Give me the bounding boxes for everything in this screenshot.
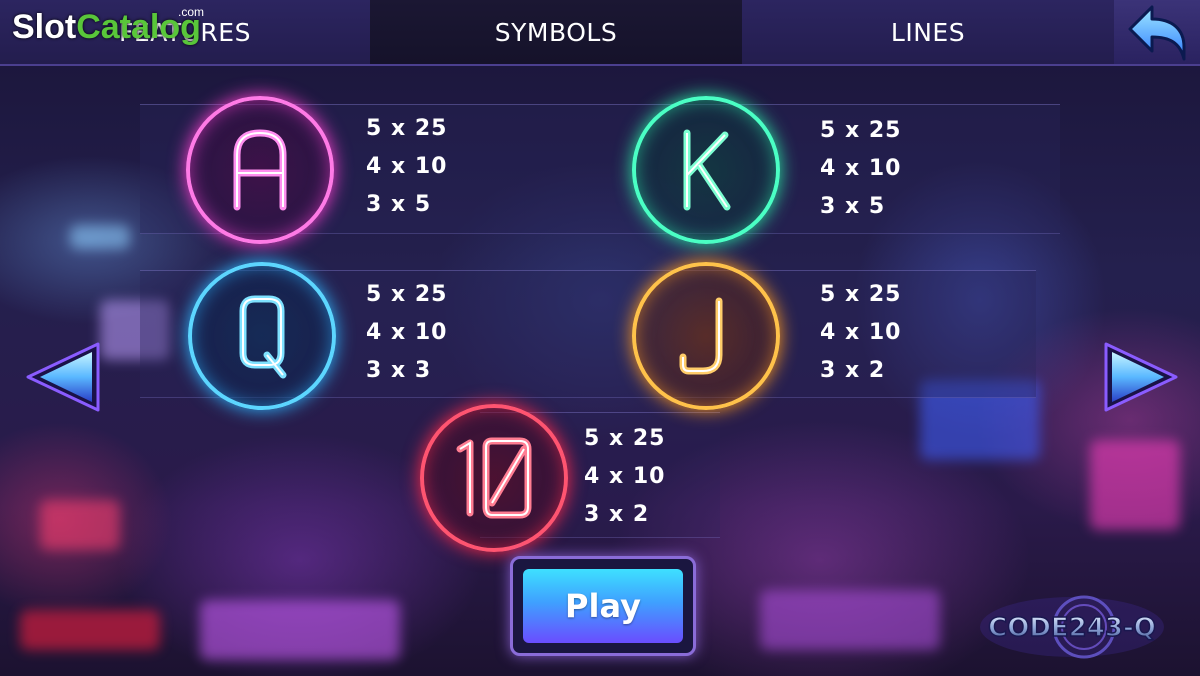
pay-line: 3 x 3 xyxy=(366,358,432,383)
pay-line: 4 x 10 xyxy=(820,320,902,345)
pay-line: 5 x 25 xyxy=(366,282,448,307)
tab-symbols[interactable]: SYMBOLS xyxy=(370,0,742,64)
background-light xyxy=(760,590,940,650)
symbol-a-icon xyxy=(186,96,334,244)
game-logo: CODE243-Q xyxy=(974,592,1170,662)
background-light xyxy=(1090,440,1180,530)
right-arrow-icon xyxy=(1104,342,1178,412)
pay-line: 4 x 10 xyxy=(820,156,902,181)
symbol-10-icon xyxy=(420,404,568,552)
back-button[interactable] xyxy=(1114,0,1200,64)
pay-line: 3 x 5 xyxy=(820,194,886,219)
paytable-q: 5 x 25 4 x 10 3 x 3 xyxy=(366,276,447,390)
pay-line: 5 x 25 xyxy=(820,282,902,307)
tab-lines[interactable]: LINES xyxy=(742,0,1114,64)
pay-line: 4 x 10 xyxy=(366,320,448,345)
background-light xyxy=(20,610,160,650)
play-button[interactable]: Play xyxy=(510,556,696,656)
background-light xyxy=(70,225,130,249)
paytable-a: 5 x 25 4 x 10 3 x 5 xyxy=(366,110,447,224)
symbol-k-icon xyxy=(632,96,780,244)
symbol-j-icon xyxy=(632,262,780,410)
slotcatalog-watermark: SlotCatalog .com xyxy=(12,5,205,46)
pay-line: 4 x 10 xyxy=(584,464,666,489)
header-divider xyxy=(0,64,1200,66)
pay-line: 3 x 2 xyxy=(584,502,650,527)
logo-text: CODE243-Q xyxy=(988,613,1156,643)
back-arrow-icon xyxy=(1128,5,1186,61)
pay-line: 4 x 10 xyxy=(366,154,448,179)
pay-line: 3 x 2 xyxy=(820,358,886,383)
background-light xyxy=(40,500,120,550)
paytable-j: 5 x 25 4 x 10 3 x 2 xyxy=(820,276,901,390)
background-light xyxy=(200,600,400,660)
pay-line: 5 x 25 xyxy=(820,118,902,143)
play-button-label: Play xyxy=(523,569,683,643)
pay-line: 5 x 25 xyxy=(366,116,448,141)
pay-line: 3 x 5 xyxy=(366,192,432,217)
pay-line: 5 x 25 xyxy=(584,426,666,451)
paytable-10: 5 x 25 4 x 10 3 x 2 xyxy=(584,420,665,534)
left-arrow-icon xyxy=(26,342,100,412)
prev-page-button[interactable] xyxy=(24,340,102,414)
paytable-k: 5 x 25 4 x 10 3 x 5 xyxy=(820,112,901,226)
next-page-button[interactable] xyxy=(1102,340,1180,414)
symbol-q-icon xyxy=(188,262,336,410)
